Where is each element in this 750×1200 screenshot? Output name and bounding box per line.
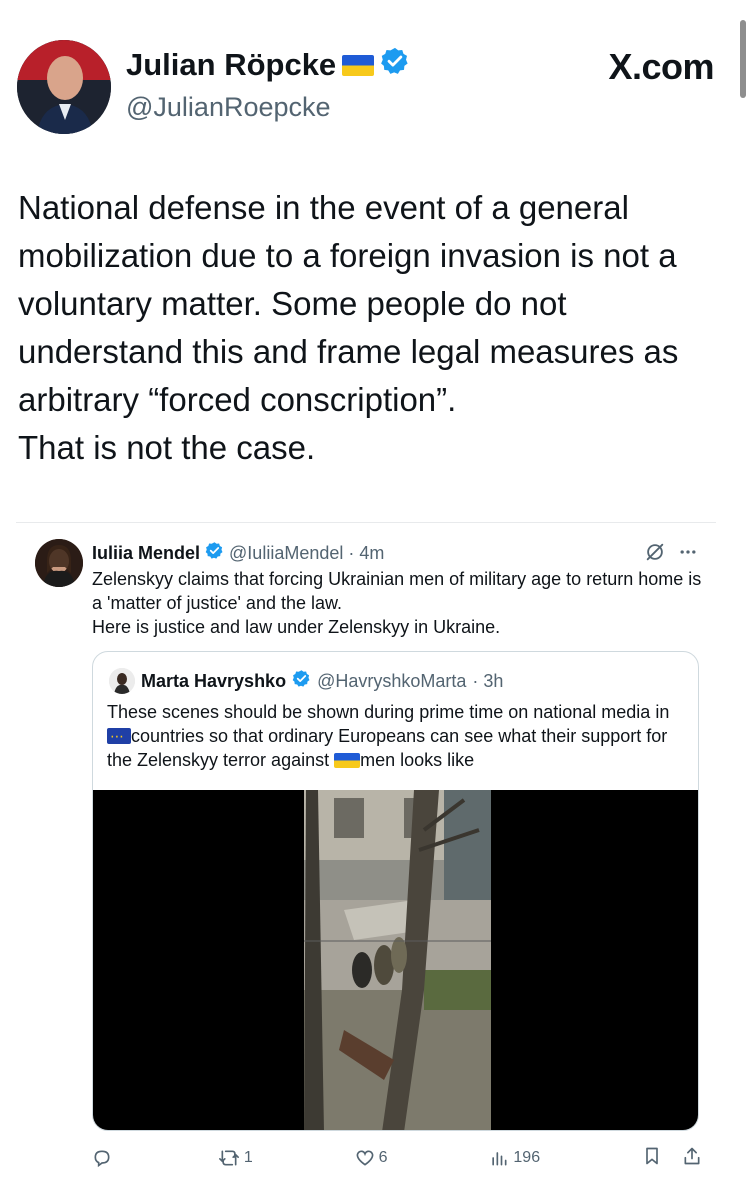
embedded-top-actions [644,541,698,568]
quoted-avatar [109,668,135,694]
verified-badge-icon [205,541,224,565]
quoted-tweet[interactable]: Marta Havryshko @HavryshkoMarta · 3h The… [92,651,699,1131]
quoted-author-name: Marta Havryshko [141,670,287,691]
quoted-text-part3: men looks like [360,750,475,770]
right-actions [642,1145,702,1172]
quoted-author-handle: @HavryshkoMarta [317,670,467,691]
ukraine-flag-icon [334,753,361,768]
video-player[interactable] [93,790,698,1130]
embedded-text: Zelenskyy claims that forcing Ukrainian … [92,569,702,637]
repost-icon [218,1150,239,1166]
bookmark-icon[interactable] [642,1145,662,1172]
more-icon[interactable] [678,542,698,567]
views-button[interactable]: 196 [489,1148,540,1168]
author-name[interactable]: Julian Röpcke [126,47,336,83]
author-handle[interactable]: @JulianRoepcke [126,92,331,123]
embedded-tweet: Iuliia Mendel @IuliiaMendel · 4m Zelensk… [16,522,716,1182]
quoted-text-part1: These scenes should be shown during prim… [107,702,670,722]
embedded-author-name[interactable]: Iuliia Mendel [92,543,200,564]
embedded-author-handle[interactable]: @IuliiaMendel [229,543,343,564]
views-icon [492,1152,507,1166]
eu-flag-icon [107,724,131,748]
like-count: 6 [378,1149,388,1166]
ukraine-flag-icon [342,54,375,76]
repost-count: 1 [243,1149,253,1166]
quoted-time: · 3h [472,670,504,691]
embedded-time[interactable]: · 4m [348,543,384,564]
share-icon[interactable] [682,1145,702,1172]
embedded-header: Iuliia Mendel @IuliiaMendel · 4m [92,541,384,565]
scrollbar[interactable] [740,20,746,98]
quoted-header: Marta Havryshko @HavryshkoMarta · 3h [109,668,503,694]
embedded-avatar[interactable] [35,539,83,587]
video-frame-image [304,790,491,1130]
verified-badge-icon [292,669,311,693]
quoted-text: These scenes should be shown during prim… [107,700,687,772]
verified-badge-icon [380,46,410,84]
site-label: X.com [608,46,714,87]
views-count: 196 [513,1149,541,1166]
reply-icon [94,1150,110,1168]
heart-icon [356,1150,374,1166]
author-avatar[interactable] [17,40,111,134]
reply-button[interactable] [92,1148,116,1168]
like-button[interactable]: 6 [355,1148,388,1168]
tweet-text: National defense in the event of a gener… [18,189,679,466]
grok-icon[interactable] [644,541,666,568]
action-bar: 1 6 196 [92,1145,702,1171]
repost-button[interactable]: 1 [218,1148,253,1168]
author-name-row: Julian Röpcke [126,46,410,84]
